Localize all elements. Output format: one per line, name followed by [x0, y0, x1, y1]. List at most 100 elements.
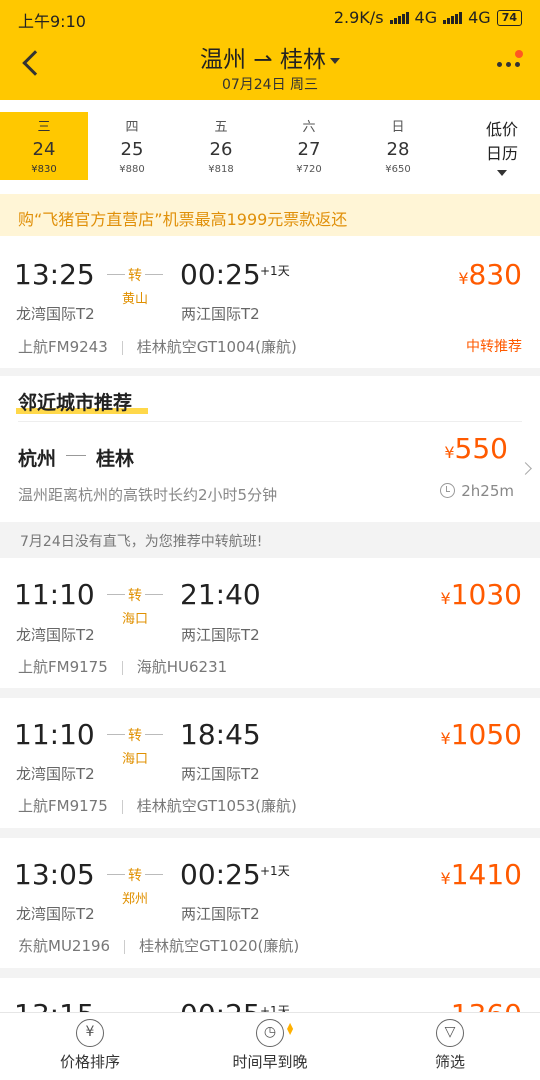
net-speed: 2.9K/s — [333, 8, 384, 27]
no-direct-notice: 7月24日没有直飞，为您推荐中转航班! — [20, 534, 263, 550]
day-weekday: 六 — [302, 120, 316, 135]
transfer-indicator: 转 海口 — [107, 724, 163, 767]
dropdown-caret-icon — [329, 57, 340, 64]
route-text: 温州 ⇀ 桂林 — [200, 47, 326, 73]
transfer-city: 郑州 — [121, 892, 148, 907]
flight-card[interactable]: 11:10 转 海口 21:40 ¥1030 龙湾国际T2 两江国际T2 上航F… — [0, 558, 540, 688]
tab-label: 筛选 — [434, 1053, 465, 1071]
day-weekday: 三 — [37, 120, 51, 135]
departure-time: 13:25 — [14, 258, 95, 291]
departure-time: 11:10 — [14, 578, 95, 611]
day-tab[interactable]: 三 24 ¥830 — [0, 112, 88, 180]
nearby-to-city: 桂林 — [96, 448, 135, 470]
airline-2: 桂林航空GT1004(廉航) — [136, 338, 297, 356]
status-bar: 上午9:10 2.9K/s 4G 4G 74 — [0, 0, 540, 34]
departure-time: 13:05 — [14, 858, 95, 891]
flight-card[interactable]: 13:25 转 黄山 00:25 +1天 ¥830 龙湾国际T2 两江国际T2 … — [0, 236, 540, 368]
transfer-label: 转 — [125, 725, 145, 745]
filter-tab[interactable]: ▽ 筛选 — [360, 1019, 540, 1072]
route-title[interactable]: 温州 ⇀ 桂林 — [0, 40, 540, 74]
notification-dot — [515, 50, 523, 58]
arrival-airport: 两江国际T2 — [181, 626, 260, 644]
bottom-toolbar: ¥ 价格排序 ◷ ▲ ▼ 时间早到晚 ▽ 筛选 — [0, 1012, 540, 1080]
flight-card[interactable]: 11:10 转 海口 18:45 ¥1050 龙湾国际T2 两江国际T2 上航F… — [0, 698, 540, 828]
price-value: 1410 — [450, 858, 522, 891]
yen-symbol: ¥ — [458, 269, 469, 288]
nearby-price: ¥550 — [444, 432, 508, 465]
airline-2: 桂林航空GT1053(廉航) — [136, 797, 297, 815]
price-value: 830 — [468, 258, 522, 291]
next-day-badge: +1天 — [260, 264, 290, 278]
transfer-recommend-tag: 中转推荐 — [466, 339, 522, 355]
departure-airport: 龙湾国际T2 — [16, 626, 95, 644]
price-value: 1050 — [450, 718, 522, 751]
more-icon[interactable] — [497, 62, 520, 67]
day-number: 26 — [209, 139, 233, 160]
battery-icon: 74 — [496, 9, 522, 26]
price-sort-tab[interactable]: ¥ 价格排序 — [0, 1019, 180, 1072]
next-day-badge: +1天 — [260, 1004, 290, 1012]
nearby-city-section[interactable]: 邻近城市推荐 杭州 桂林 ¥550 温州距离杭州的高铁时长约2小时5分钟 2h2… — [0, 376, 540, 522]
yen-symbol: ¥ — [444, 443, 455, 462]
departure-airport: 龙湾国际T2 — [16, 305, 95, 323]
arrival-time: 00:25 — [180, 858, 261, 891]
tab-label: 价格排序 — [59, 1053, 120, 1071]
flight-price: ¥1050 — [441, 718, 522, 751]
arrival-time: 21:40 — [180, 578, 261, 611]
chevron-right-icon — [519, 462, 532, 475]
day-tab[interactable]: 六 27 ¥720 — [265, 112, 353, 180]
arrival-time: 00:25 — [180, 998, 261, 1012]
low-calendar-label-1: 低价 — [485, 120, 518, 139]
day-weekday: 四 — [125, 120, 139, 135]
departure-time: 11:10 — [14, 718, 95, 751]
airline-1: 上航FM9243 — [18, 338, 108, 356]
signal-icon — [389, 11, 409, 24]
airline-info: 东航MU2196 桂林航空GT1020(廉航) — [18, 935, 299, 956]
divider — [18, 421, 522, 422]
price-value: 1360 — [451, 998, 522, 1012]
transfer-label: 转 — [125, 265, 145, 285]
flight-price: ¥1360 — [441, 998, 522, 1012]
flight-card[interactable]: 13:15 00:25 +1天 ¥1360 — [0, 978, 540, 1012]
signal-icon-2 — [443, 11, 463, 24]
day-tab[interactable]: 日 28 ¥650 — [354, 112, 442, 180]
airline-info: 上航FM9175 海航HU6231 — [18, 656, 227, 677]
airline-info: 上航FM9175 桂林航空GT1053(廉航) — [18, 795, 297, 816]
low-price-calendar-button[interactable]: 低价 日历 — [482, 118, 522, 176]
day-price: ¥880 — [119, 164, 145, 175]
status-time: 上午9:10 — [18, 12, 86, 31]
airline-info: 上航FM9243 桂林航空GT1004(廉航) — [18, 336, 297, 357]
transfer-label: 转 — [125, 865, 145, 885]
airline-2: 桂林航空GT1020(廉航) — [139, 937, 300, 955]
yen-symbol: ¥ — [440, 729, 451, 748]
arrival-airport: 两江国际T2 — [181, 905, 260, 923]
day-price: ¥818 — [208, 164, 234, 175]
day-number: 25 — [120, 139, 144, 160]
day-tab[interactable]: 四 25 ¥880 — [88, 112, 176, 180]
status-right: 2.9K/s 4G 4G 74 — [334, 8, 522, 27]
yen-symbol: ¥ — [440, 589, 451, 608]
departure-airport: 龙湾国际T2 — [16, 765, 95, 783]
airline-1: 上航FM9175 — [18, 658, 108, 676]
clock-icon — [440, 483, 456, 498]
nearby-title: 邻近城市推荐 — [18, 392, 133, 414]
yen-symbol: ¥ — [440, 869, 451, 888]
day-price: ¥720 — [296, 164, 322, 175]
promo-banner[interactable]: 购“飞猪官方直营店”机票最高1999元票款返还 — [0, 194, 540, 236]
day-price: ¥830 — [31, 164, 57, 175]
day-tab[interactable]: 五 26 ¥818 — [177, 112, 265, 180]
transfer-city: 海口 — [121, 752, 148, 767]
transfer-indicator: 转 郑州 — [107, 864, 163, 907]
day-price: ¥650 — [385, 164, 411, 175]
tab-label: 时间早到晚 — [232, 1053, 308, 1071]
airline-2: 海航HU6231 — [136, 658, 228, 676]
time-sort-tab[interactable]: ◷ ▲ ▼ 时间早到晚 — [180, 1019, 360, 1072]
network-type-1: 4G — [414, 8, 438, 27]
nearby-note: 温州距离杭州的高铁时长约2小时5分钟 — [18, 486, 278, 504]
day-weekday: 日 — [391, 120, 405, 135]
chevron-down-icon — [497, 170, 507, 176]
departure-time: 13:15 — [14, 998, 95, 1012]
airline-1: 东航MU2196 — [18, 937, 111, 955]
flight-card[interactable]: 13:05 转 郑州 00:25 +1天 ¥1410 龙湾国际T2 两江国际T2… — [0, 838, 540, 968]
filter-icon: ▽ — [436, 1019, 464, 1047]
